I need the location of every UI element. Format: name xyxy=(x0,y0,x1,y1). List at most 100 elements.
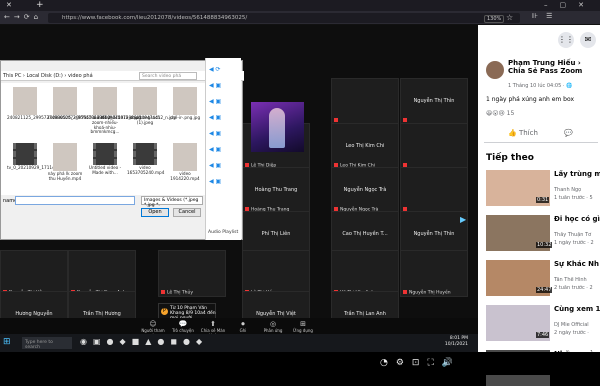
participant-name: Hương Nguyễn xyxy=(15,311,53,317)
new-tab-icon[interactable]: + xyxy=(36,0,44,10)
participant-name: Trần Thị Lan Anh xyxy=(344,311,386,317)
comment-button[interactable]: 💬 xyxy=(564,129,573,137)
file-item[interactable]: video 1914220.mp4 xyxy=(167,143,203,182)
player-controls-icon[interactable]: ◔⚙⊡⛶🔊 xyxy=(380,358,461,368)
participant-tile[interactable]: Lê Thị Hồng xyxy=(242,250,310,297)
file-item[interactable]: 240830525_36975551173612_745979886010947… xyxy=(47,87,176,121)
close-tab-icon[interactable]: ✕ xyxy=(6,1,12,9)
participant-tag-text: Nguyễn Thị Huyền xyxy=(409,290,451,295)
card-meta: 2 tuần trước · 2 xyxy=(554,285,593,291)
participant-name: Leo Thị Kim Chi xyxy=(345,143,385,149)
muted-mic-icon xyxy=(334,117,338,122)
card-channel[interactable]: Thầy Thuận Tơ xyxy=(554,232,600,238)
zoom-toolbar-button[interactable]: ⏺ Ghi xyxy=(230,320,256,333)
file-thumbnail xyxy=(93,87,117,115)
post-time[interactable]: 1 Tháng 10 lúc 04:05 · 🌐 xyxy=(508,83,572,89)
file-thumbnail xyxy=(173,87,197,115)
zoom-toolbar-button[interactable]: 💬 Trò chuyện xyxy=(170,320,196,333)
cancel-button[interactable]: Cancel xyxy=(173,208,201,217)
file-item[interactable]: này phá lk zoom thu Huyền.mp4 xyxy=(47,143,83,182)
author-avatar[interactable] xyxy=(486,61,504,79)
side-row-icon[interactable]: ◀ ▣ xyxy=(209,114,239,126)
participant-tile[interactable]: Nguyễn Thị Hằng xyxy=(0,250,68,297)
taskbar-apps-icon[interactable]: ◉▣●◆■▲●◼●◆ xyxy=(80,337,208,346)
card-duration: 0:31 xyxy=(536,197,550,203)
filename-input[interactable] xyxy=(15,196,135,205)
participant-tile[interactable]: Lê Thị Thủy xyxy=(158,250,226,297)
file-thumbnail xyxy=(53,143,77,171)
video-controls: ◔⚙⊡⛶🔊 xyxy=(0,352,600,375)
zoom-toolbar-label: Ghi xyxy=(239,328,247,333)
file-item[interactable]: tv_0_20210929_17114.mp4 xyxy=(7,143,65,171)
taskbar-search[interactable]: Type here to search xyxy=(22,337,72,350)
next-arrow-icon[interactable]: ▶ xyxy=(460,215,466,224)
file-thumbnail xyxy=(93,143,117,165)
card-duration: 24:47 xyxy=(536,287,553,293)
side-row-icon[interactable]: ◀ ▣ xyxy=(209,98,239,110)
chat-avatar: P xyxy=(161,308,168,315)
side-row-icon[interactable]: ◀ ⟳ xyxy=(209,66,239,78)
card-title[interactable]: Lấy trùng mi déo chua qu xyxy=(554,170,600,178)
card-channel[interactable]: Thanh Ngọ xyxy=(554,187,600,193)
card-channel[interactable]: DJ Mie Official xyxy=(554,322,600,328)
participant-tag-text: Lê Thị Thủy xyxy=(167,290,194,295)
zoom-toolbar-icon: ⊞ xyxy=(300,320,306,328)
file-item[interactable]: chế-ir-.png.jpg xyxy=(167,87,203,121)
file-item[interactable]: Untitled video - Made with... xyxy=(87,143,123,176)
muted-mic-icon xyxy=(403,117,407,122)
zoom-toolbar-button[interactable]: ⊞ Ứng dụng xyxy=(290,320,316,333)
muted-mic-icon xyxy=(245,162,249,167)
participant-tile[interactable] xyxy=(400,123,468,170)
side-row-icon[interactable]: ◀ ▣ xyxy=(209,162,239,174)
participant-tile[interactable]: Vũ Thị Vân Anh xyxy=(331,250,399,297)
like-button[interactable]: 👍 Thích xyxy=(508,129,538,137)
file-type-select[interactable]: Images & Videos (*.jpeg *.jpg *. xyxy=(141,196,203,208)
up-next-card[interactable]: 7:46 Cùng xem 1 việc của Me DJ Mie Officia… xyxy=(486,305,600,341)
file-name: video 1653705240.mp4 xyxy=(127,165,165,175)
bookmark-star-icon[interactable]: ☆ xyxy=(506,13,513,22)
card-title[interactable]: Cùng xem 1 việc của Me xyxy=(554,305,600,313)
zoom-level[interactable]: 130% xyxy=(484,15,505,23)
side-row-icon[interactable]: ◀ ▣ xyxy=(209,82,239,94)
window-controls[interactable]: –▢✕ xyxy=(544,1,596,9)
file-thumbnail xyxy=(53,87,77,115)
side-row-icon[interactable]: ◀ ▣ xyxy=(209,178,239,190)
toolbar-extensions-icon[interactable]: ⊪☰ xyxy=(532,12,560,20)
participant-tile[interactable]: Leo Thị Kim Chi Leo Thị Kim Chi xyxy=(331,123,399,170)
zoom-toolbar-label: Ứng dụng xyxy=(293,328,313,333)
file-item[interactable]: video 1653705240.mp4 xyxy=(127,143,165,176)
participant-tile[interactable]: Nguyễn Ngọc Trà Nguyễn Ngọc Trà xyxy=(331,167,399,214)
dialog-search-input[interactable]: Search video phá xyxy=(139,72,197,80)
nav-buttons-icon[interactable]: ←→⟳⌂ xyxy=(4,13,42,21)
side-row-icon[interactable]: ◀ ▣ xyxy=(209,130,239,142)
up-next-card[interactable]: 0:31 Lấy trùng mi déo chua qu Thanh Ngọ 1 t… xyxy=(486,170,600,206)
open-button[interactable]: Open xyxy=(141,208,169,217)
address-bar[interactable]: https://www.facebook.com/lieu2012078/vid… xyxy=(48,13,520,23)
file-item[interactable]: chialbangsach (1).jpeg xyxy=(127,87,163,126)
zoom-toolbar-button[interactable]: ◎ Phản ứng xyxy=(260,320,286,333)
file-name: a-xuất-phá-zoom-nhiều-khoá-nhiu-bmmnkmcg… xyxy=(90,115,120,135)
up-next-card[interactable]: 24:47 Sự Khác Nh Dân Sống Ấ Tân Thể Hình 2 … xyxy=(486,260,600,296)
participant-tile[interactable] xyxy=(331,78,399,125)
messenger-icon[interactable]: ✉ xyxy=(580,32,596,48)
file-name: video 1914220.mp4 xyxy=(170,171,200,181)
participant-tile[interactable]: Nguyễn Thị Thìn xyxy=(400,78,468,125)
card-channel[interactable]: Tân Thể Hình xyxy=(554,277,600,283)
file-item[interactable]: 240821125_2995737498660072_8594798880109… xyxy=(7,87,141,121)
post-author[interactable]: Phạm Trung Hiếu › Chia Sẻ Pass Zoom xyxy=(508,59,600,75)
participant-tile[interactable]: Nguyễn Thị Ngọc Anh xyxy=(68,250,136,297)
participant-tile[interactable]: Hoàng Thu Trang Hoàng Thu Trang xyxy=(242,167,310,214)
breadcrumb[interactable]: This PC › Local Disk (D:) › video phá xyxy=(3,73,93,79)
up-next-card[interactable]: 10:32 Đi học có gì Thầy Thuận Tơ 1 ngày trư… xyxy=(486,215,600,251)
side-row-icon[interactable]: ◀ ▣ xyxy=(209,146,239,158)
file-item[interactable]: a-xuất-phá-zoom-nhiều-khoá-nhiu-bmmnkmcg… xyxy=(87,87,123,135)
url-text[interactable]: https://www.facebook.com/lieu2012078/vid… xyxy=(62,15,247,21)
windows-start-icon[interactable]: ⊞ xyxy=(3,337,15,349)
muted-mic-icon xyxy=(403,206,407,211)
participant-tile[interactable]: Nguyễn Thị Huyền xyxy=(400,250,468,297)
menu-grid-icon[interactable]: ⋮⋮ xyxy=(558,32,574,48)
card-title[interactable]: Đi học có gì xyxy=(554,215,600,223)
reaction-count[interactable]: 😆😮😢 15 xyxy=(486,110,514,117)
card-title[interactable]: Sự Khác Nh Dân Sống Ấ xyxy=(554,260,600,268)
participant-tile[interactable] xyxy=(400,167,468,214)
